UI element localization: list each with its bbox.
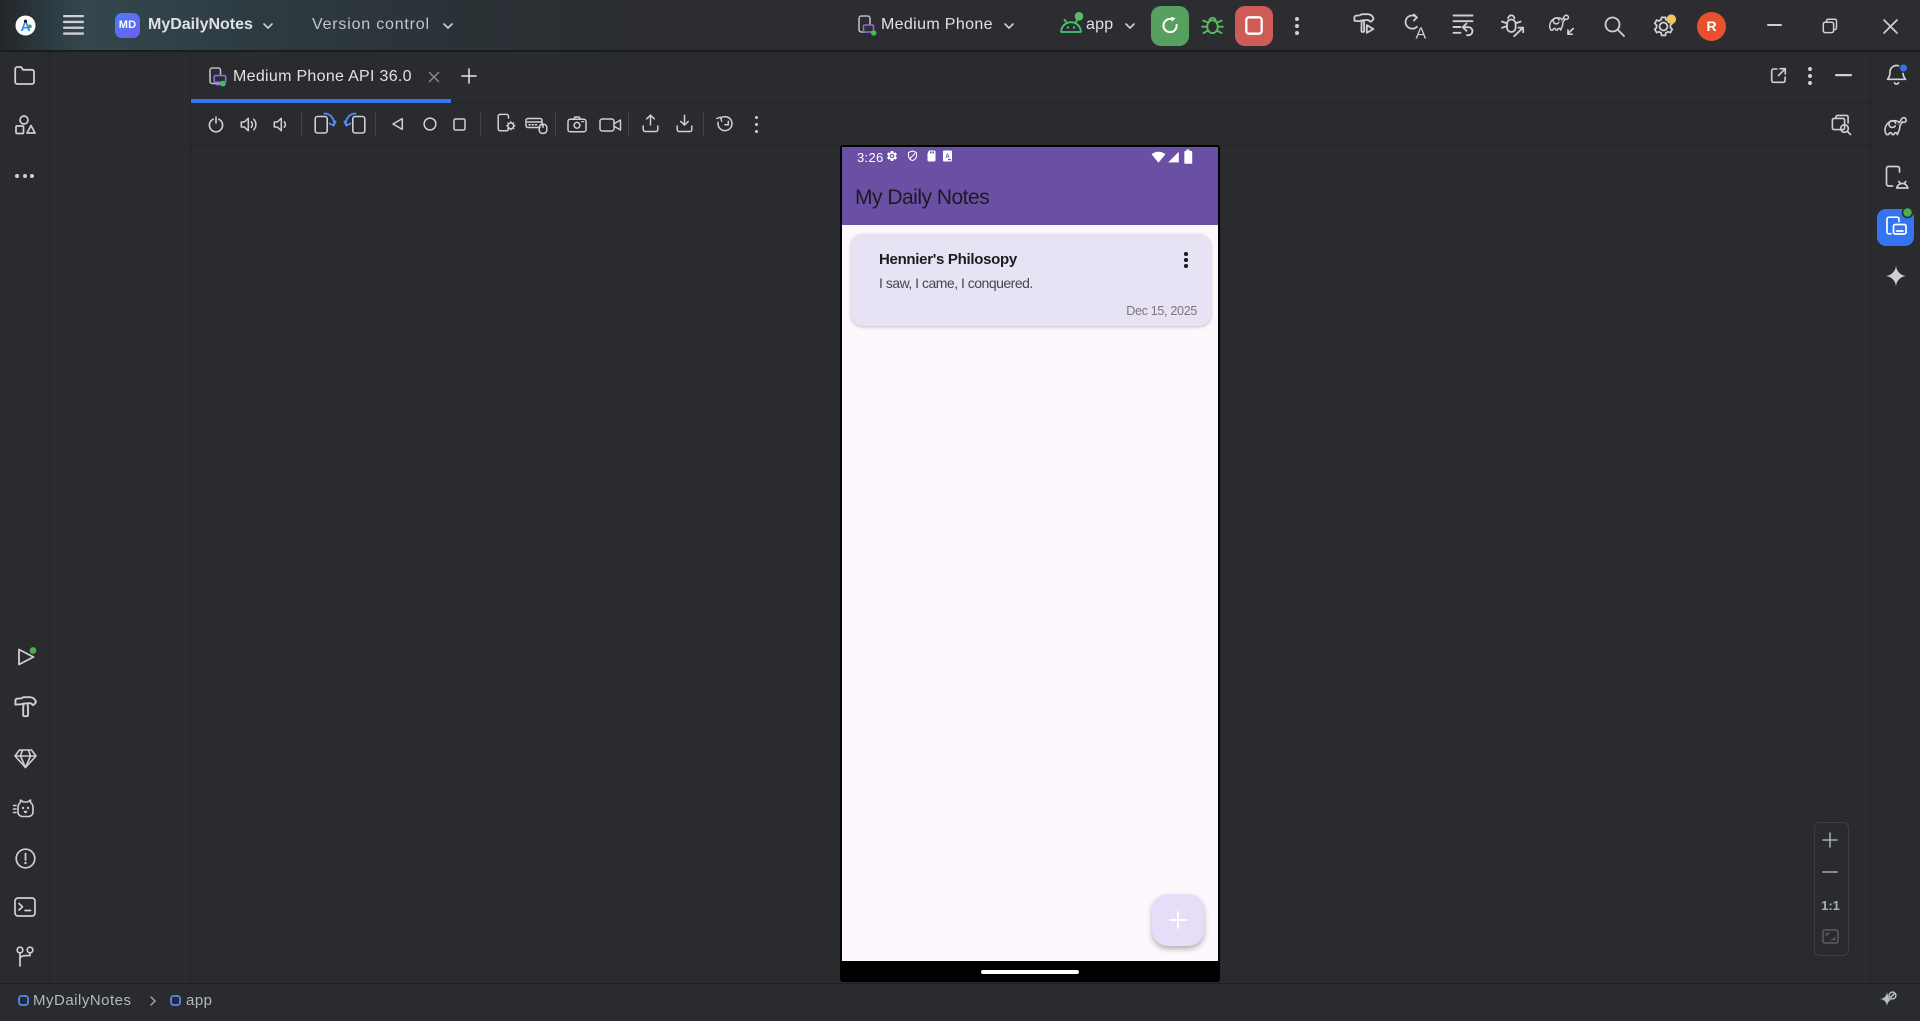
svg-text:A: A: [1415, 26, 1426, 43]
